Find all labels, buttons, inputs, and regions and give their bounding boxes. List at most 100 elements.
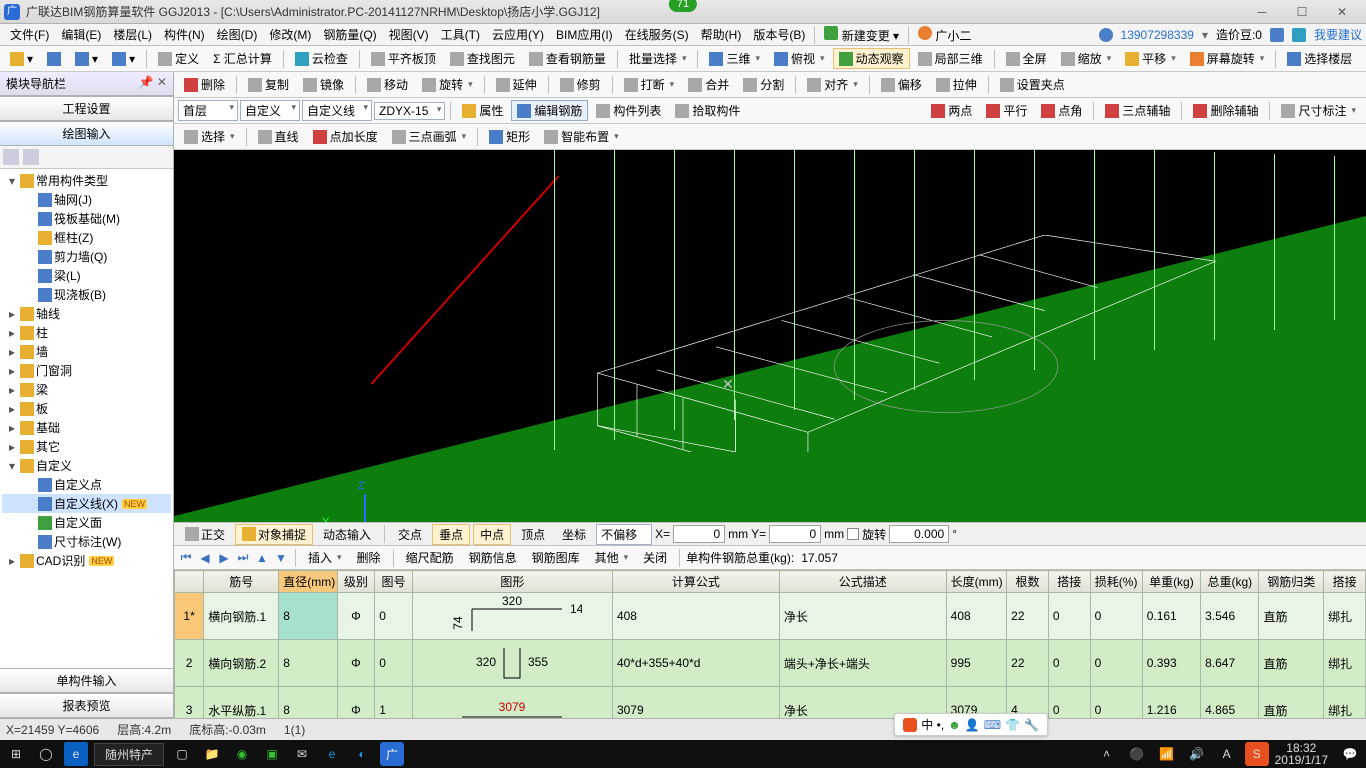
table-cell[interactable]: 0 <box>1090 593 1142 640</box>
up-button[interactable]: ▲ <box>254 551 270 565</box>
ptlen-button[interactable]: 点加长度 <box>307 126 384 147</box>
extend-button[interactable]: 延伸 <box>490 74 543 95</box>
table-cell[interactable]: 22 <box>1007 593 1049 640</box>
menu-tools[interactable]: 工具(T) <box>435 26 486 43</box>
dimension-button[interactable]: 尺寸标注 <box>1275 100 1362 121</box>
tree-item[interactable]: ▸其它 <box>2 437 171 456</box>
rebar-lib-button[interactable]: 钢筋图库 <box>526 547 586 568</box>
table-cell[interactable]: 3079 <box>612 687 779 719</box>
define-button[interactable]: 定义 <box>152 48 205 69</box>
tree-item[interactable]: ▸梁 <box>2 380 171 399</box>
app1-icon[interactable]: ◐ <box>350 742 374 766</box>
insert-button[interactable]: 插入 <box>302 547 348 568</box>
threept-button[interactable]: 三点辅轴 <box>1099 100 1176 121</box>
column-header[interactable]: 级别 <box>337 571 375 593</box>
tree-item[interactable]: 框柱(Z) <box>2 228 171 247</box>
table-cell[interactable]: 320355 <box>412 640 612 687</box>
table-cell[interactable]: 净长 <box>779 593 946 640</box>
coord-toggle[interactable]: 坐标 <box>555 524 593 545</box>
pin-icon[interactable]: 📌 ✕ <box>139 75 167 92</box>
rebar-info-button[interactable]: 钢筋信息 <box>463 547 523 568</box>
last-button[interactable]: ⏭ <box>235 550 251 565</box>
offset-button[interactable]: 偏移 <box>875 74 928 95</box>
menu-bim[interactable]: BIM应用(I) <box>550 26 619 43</box>
column-header[interactable]: 钢筋归类 <box>1259 571 1324 593</box>
collapse-icon[interactable] <box>23 149 39 165</box>
delete-button[interactable]: 删除 <box>178 74 231 95</box>
down-button[interactable]: ▼ <box>273 551 289 565</box>
subcategory-combo[interactable]: 自定义线 <box>302 100 372 121</box>
tree-item[interactable]: ▸轴线 <box>2 304 171 323</box>
delaux-button[interactable]: 删除辅轴 <box>1187 100 1264 121</box>
tree-item[interactable]: 自定义点 <box>2 475 171 494</box>
table-cell[interactable]: 40*d+355+40*d <box>612 640 779 687</box>
first-button[interactable]: ⏮ <box>178 550 194 565</box>
component-list-button[interactable]: 构件列表 <box>590 100 667 121</box>
start-button[interactable]: ⊞ <box>4 742 28 766</box>
find-element-button[interactable]: 查找图元 <box>444 48 521 69</box>
cloud-check-button[interactable]: 云检查 <box>289 48 354 69</box>
menu-online[interactable]: 在线服务(S) <box>619 26 695 43</box>
tree-item[interactable]: ▸板 <box>2 399 171 418</box>
rebar-grid[interactable]: 筋号直径(mm)级别图号图形计算公式公式描述长度(mm)根数搭接损耗(%)单重(… <box>174 570 1366 718</box>
viewport-3d[interactable]: /* rendered below via JS */ ✕ ZXY <box>174 150 1366 522</box>
menu-component[interactable]: 构件(N) <box>158 26 211 43</box>
wifi-icon[interactable]: 📶 <box>1155 742 1179 766</box>
tree-item[interactable]: ▸门窗洞 <box>2 361 171 380</box>
menu-view[interactable]: 视图(V) <box>383 26 435 43</box>
other-button[interactable]: 其他 <box>589 547 635 568</box>
maximize-button[interactable]: ☐ <box>1282 1 1322 23</box>
table-cell[interactable]: 3 <box>175 687 204 719</box>
single-input-tab[interactable]: 单构件输入 <box>0 668 173 693</box>
menu-file[interactable]: 文件(F) <box>4 26 55 43</box>
draw-input-tab[interactable]: 绘图输入 <box>0 121 173 146</box>
table-cell[interactable]: 1 <box>375 687 413 719</box>
table-cell[interactable]: 2 <box>175 640 204 687</box>
table-cell[interactable]: 408 <box>612 593 779 640</box>
attr-button[interactable]: 属性 <box>456 100 509 121</box>
table-cell[interactable]: 直筋 <box>1259 687 1324 719</box>
table-cell[interactable]: 3079 <box>412 687 612 719</box>
sogou-tb-icon[interactable]: S <box>1245 742 1269 766</box>
table-cell[interactable]: Φ <box>337 687 375 719</box>
item-combo[interactable]: ZDYX-15 <box>374 102 445 120</box>
pan-button[interactable]: 平移 <box>1119 48 1182 69</box>
tree-item[interactable]: 自定义面 <box>2 513 171 532</box>
taskbar-clock[interactable]: 18:322019/1/17 <box>1275 742 1332 766</box>
column-header[interactable]: 损耗(%) <box>1090 571 1142 593</box>
network-icon[interactable]: ⚫ <box>1125 742 1149 766</box>
angle-button[interactable]: 点角 <box>1035 100 1088 121</box>
edit-rebar-button[interactable]: 编辑钢筋 <box>511 100 588 121</box>
table-cell[interactable]: 3207414 <box>412 593 612 640</box>
find-rebar-button[interactable]: 查看钢筋量 <box>523 48 612 69</box>
smart-layout-button[interactable]: 智能布置 <box>538 126 625 147</box>
table-cell[interactable]: 0 <box>1048 593 1090 640</box>
ime-a-icon[interactable]: A <box>1215 742 1239 766</box>
scale-rebar-button[interactable]: 缩尺配筋 <box>400 547 460 568</box>
table-cell[interactable]: Φ <box>337 593 375 640</box>
fullscreen-button[interactable]: 全屏 <box>1000 48 1053 69</box>
table-cell[interactable]: 直筋 <box>1259 593 1324 640</box>
column-header[interactable]: 直径(mm) <box>279 571 337 593</box>
column-header[interactable]: 图号 <box>375 571 413 593</box>
column-header[interactable]: 公式描述 <box>779 571 946 593</box>
table-cell[interactable]: 横向钢筋.2 <box>204 640 279 687</box>
column-header[interactable]: 搭接 <box>1324 571 1366 593</box>
line-button[interactable]: 直线 <box>252 126 305 147</box>
eng-settings-tab[interactable]: 工程设置 <box>0 96 173 121</box>
save-button[interactable] <box>41 50 67 68</box>
move-button[interactable]: 移动 <box>361 74 414 95</box>
grip-button[interactable]: 设置夹点 <box>994 74 1071 95</box>
menu-modify[interactable]: 修改(M) <box>263 26 317 43</box>
view3d-button[interactable]: 三维 <box>703 48 766 69</box>
tree-item[interactable]: ▾常用构件类型 <box>2 171 171 190</box>
table-cell[interactable]: 8.647 <box>1201 640 1259 687</box>
new-change-button[interactable]: 新建变更 ▾ <box>818 26 905 44</box>
parallel-button[interactable]: 平行 <box>980 100 1033 121</box>
table-cell[interactable]: 0.393 <box>1142 640 1200 687</box>
table-cell[interactable]: 8 <box>279 687 337 719</box>
menu-edit[interactable]: 编辑(E) <box>55 26 107 43</box>
report-preview-tab[interactable]: 报表预览 <box>0 693 173 718</box>
user-button[interactable]: 广小二 <box>912 26 977 44</box>
cortana-button[interactable]: ◯ <box>34 742 58 766</box>
